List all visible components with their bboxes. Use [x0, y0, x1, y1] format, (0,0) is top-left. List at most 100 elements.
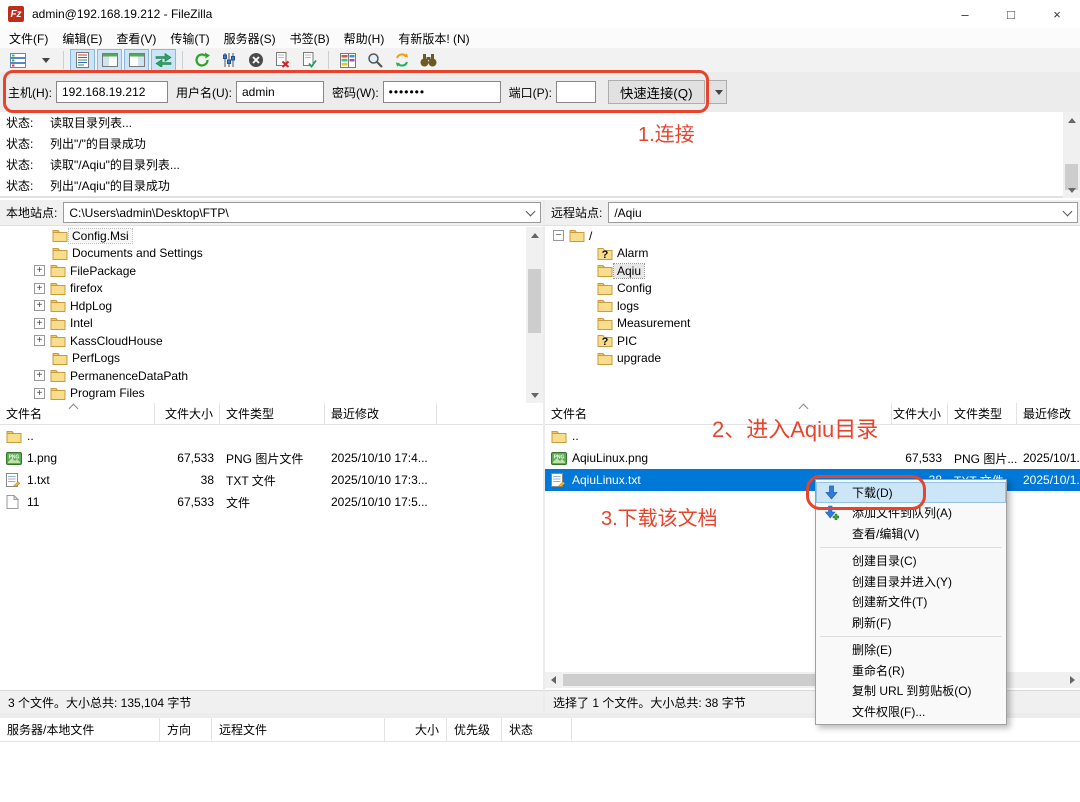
collapse-icon[interactable]: −: [553, 230, 564, 241]
cancel-button[interactable]: [243, 49, 268, 71]
menubar-item[interactable]: 传输(T): [163, 28, 216, 49]
tree-item[interactable]: logs: [545, 297, 1080, 315]
expand-icon[interactable]: +: [34, 318, 45, 329]
tree-item[interactable]: +HdpLog: [0, 297, 543, 315]
chevron-down-icon: [526, 206, 536, 216]
expand-icon[interactable]: +: [34, 335, 45, 346]
tree-item[interactable]: Aqiu: [545, 262, 1080, 280]
tree-item[interactable]: +firefox: [0, 280, 543, 298]
tree-item-label: Intel: [67, 316, 96, 330]
scroll-up-icon[interactable]: [1063, 112, 1080, 128]
tree-item[interactable]: +Program Files: [0, 385, 543, 403]
reconnect-button[interactable]: [297, 49, 322, 71]
process-queue-button[interactable]: [216, 49, 241, 71]
scroll-left-icon[interactable]: [545, 672, 561, 688]
tree-item[interactable]: +PermanenceDataPath: [0, 367, 543, 385]
column-header[interactable]: 文件类型: [948, 403, 1017, 424]
context-menu-item[interactable]: 创建新文件(T): [816, 592, 1006, 613]
tree-item[interactable]: + Intel: [0, 315, 543, 333]
tree-item[interactable]: ?PIC: [545, 332, 1080, 350]
find-files-button[interactable]: [416, 49, 441, 71]
column-header[interactable]: 最近修改: [1017, 403, 1080, 424]
file-modified: 2025/10/10 17:3...: [325, 473, 437, 487]
tree-item[interactable]: Measurement: [545, 315, 1080, 333]
scroll-down-icon[interactable]: [526, 387, 543, 403]
scrollbar-thumb[interactable]: [563, 674, 825, 686]
menubar-item[interactable]: 文件(F): [2, 28, 55, 49]
context-menu-item[interactable]: 删除(E): [816, 640, 1006, 661]
directory-comparison-button[interactable]: [335, 49, 360, 71]
tree-item[interactable]: −/: [545, 227, 1080, 245]
tree-item[interactable]: Config: [545, 280, 1080, 298]
context-menu-item[interactable]: 查看/编辑(V): [816, 523, 1006, 544]
expand-icon[interactable]: +: [34, 283, 45, 294]
scroll-down-icon[interactable]: [1063, 182, 1080, 198]
toggle-transfer-queue-button[interactable]: [151, 49, 176, 71]
site-manager-dropdown-button[interactable]: [32, 49, 57, 71]
folder-icon: [551, 430, 568, 443]
context-menu-item[interactable]: 创建目录(C): [816, 551, 1006, 572]
queue-column-header[interactable]: 方向: [160, 718, 212, 741]
expand-icon[interactable]: +: [34, 300, 45, 311]
column-header[interactable]: 文件大小: [892, 403, 948, 424]
toggle-local-tree-button[interactable]: [97, 49, 122, 71]
local-path-combobox[interactable]: C:\Users\admin\Desktop\FTP\: [63, 202, 541, 223]
tree-item[interactable]: Documents and Settings: [0, 245, 543, 263]
synchronized-browsing-button[interactable]: [389, 49, 414, 71]
file-row[interactable]: 1.txt38TXT 文件2025/10/10 17:3...: [0, 469, 543, 491]
context-menu-item[interactable]: 重命名(R): [816, 660, 1006, 681]
filter-button[interactable]: [362, 49, 387, 71]
local-tree-scrollbar[interactable]: [526, 227, 543, 403]
menubar-item[interactable]: 查看(V): [109, 28, 163, 49]
remote-path-combobox[interactable]: /Aqiu: [608, 202, 1078, 223]
toggle-remote-tree-button[interactable]: [124, 49, 149, 71]
file-row[interactable]: PNG1.png67,533PNG 图片文件2025/10/10 17:4...: [0, 447, 543, 469]
queue-column-header[interactable]: 优先级: [447, 718, 502, 741]
close-button[interactable]: ×: [1034, 0, 1080, 28]
scroll-right-icon[interactable]: [1064, 672, 1080, 688]
tree-item[interactable]: ?Alarm: [545, 245, 1080, 263]
column-header[interactable]: 文件类型: [220, 403, 325, 424]
column-header[interactable]: 文件大小: [155, 403, 220, 424]
queue-column-header[interactable]: 状态: [502, 718, 572, 741]
tree-item[interactable]: +FilePackage: [0, 262, 543, 280]
context-menu-item[interactable]: 刷新(F): [816, 612, 1006, 633]
disconnect-button[interactable]: [270, 49, 295, 71]
scroll-up-icon[interactable]: [526, 227, 543, 243]
menubar-item[interactable]: 编辑(E): [55, 28, 109, 49]
refresh-button[interactable]: [189, 49, 214, 71]
context-menu-item[interactable]: 创建目录并进入(Y): [816, 571, 1006, 592]
queue-column-header[interactable]: 大小: [385, 718, 447, 741]
pane-splitter[interactable]: [543, 200, 545, 713]
log-status-label: 状态:: [6, 177, 44, 194]
log-scrollbar[interactable]: [1063, 112, 1080, 198]
tree-item[interactable]: upgrade: [545, 350, 1080, 368]
file-row[interactable]: 1167,533文件2025/10/10 17:5...: [0, 491, 543, 513]
site-manager-button[interactable]: [5, 49, 30, 71]
queue-column-header[interactable]: 服务器/本地文件: [0, 718, 160, 741]
tree-item[interactable]: PerfLogs: [0, 350, 543, 368]
expand-icon[interactable]: +: [34, 370, 45, 381]
menubar-item[interactable]: 书签(B): [283, 28, 337, 49]
minimize-button[interactable]: –: [942, 0, 988, 28]
window-title: admin@192.168.19.212 - FileZilla: [32, 7, 212, 21]
menubar-item[interactable]: 帮助(H): [337, 28, 392, 49]
column-header[interactable]: 文件名: [0, 403, 155, 424]
quickconnect-dropdown-button[interactable]: [708, 80, 727, 104]
file-row[interactable]: PNGAqiuLinux.png67,533PNG 图片...2025/10/1…: [545, 447, 1080, 469]
tree-item[interactable]: Config.Msi: [0, 227, 543, 245]
reconnect-icon: [302, 52, 317, 68]
scrollbar-thumb[interactable]: [528, 269, 541, 333]
menubar-item[interactable]: 服务器(S): [217, 28, 283, 49]
tree-item[interactable]: +KassCloudHouse: [0, 332, 543, 350]
expand-icon[interactable]: +: [34, 388, 45, 399]
file-row[interactable]: ..: [0, 425, 543, 447]
queue-column-header[interactable]: 远程文件: [212, 718, 385, 741]
context-menu-item[interactable]: 文件权限(F)...: [816, 701, 1006, 722]
context-menu-item[interactable]: 复制 URL 到剪贴板(O): [816, 681, 1006, 702]
menubar-item[interactable]: 有新版本! (N): [391, 28, 476, 49]
maximize-button[interactable]: □: [988, 0, 1034, 28]
toggle-message-log-button[interactable]: [70, 49, 95, 71]
column-header[interactable]: 最近修改: [325, 403, 437, 424]
expand-icon[interactable]: +: [34, 265, 45, 276]
